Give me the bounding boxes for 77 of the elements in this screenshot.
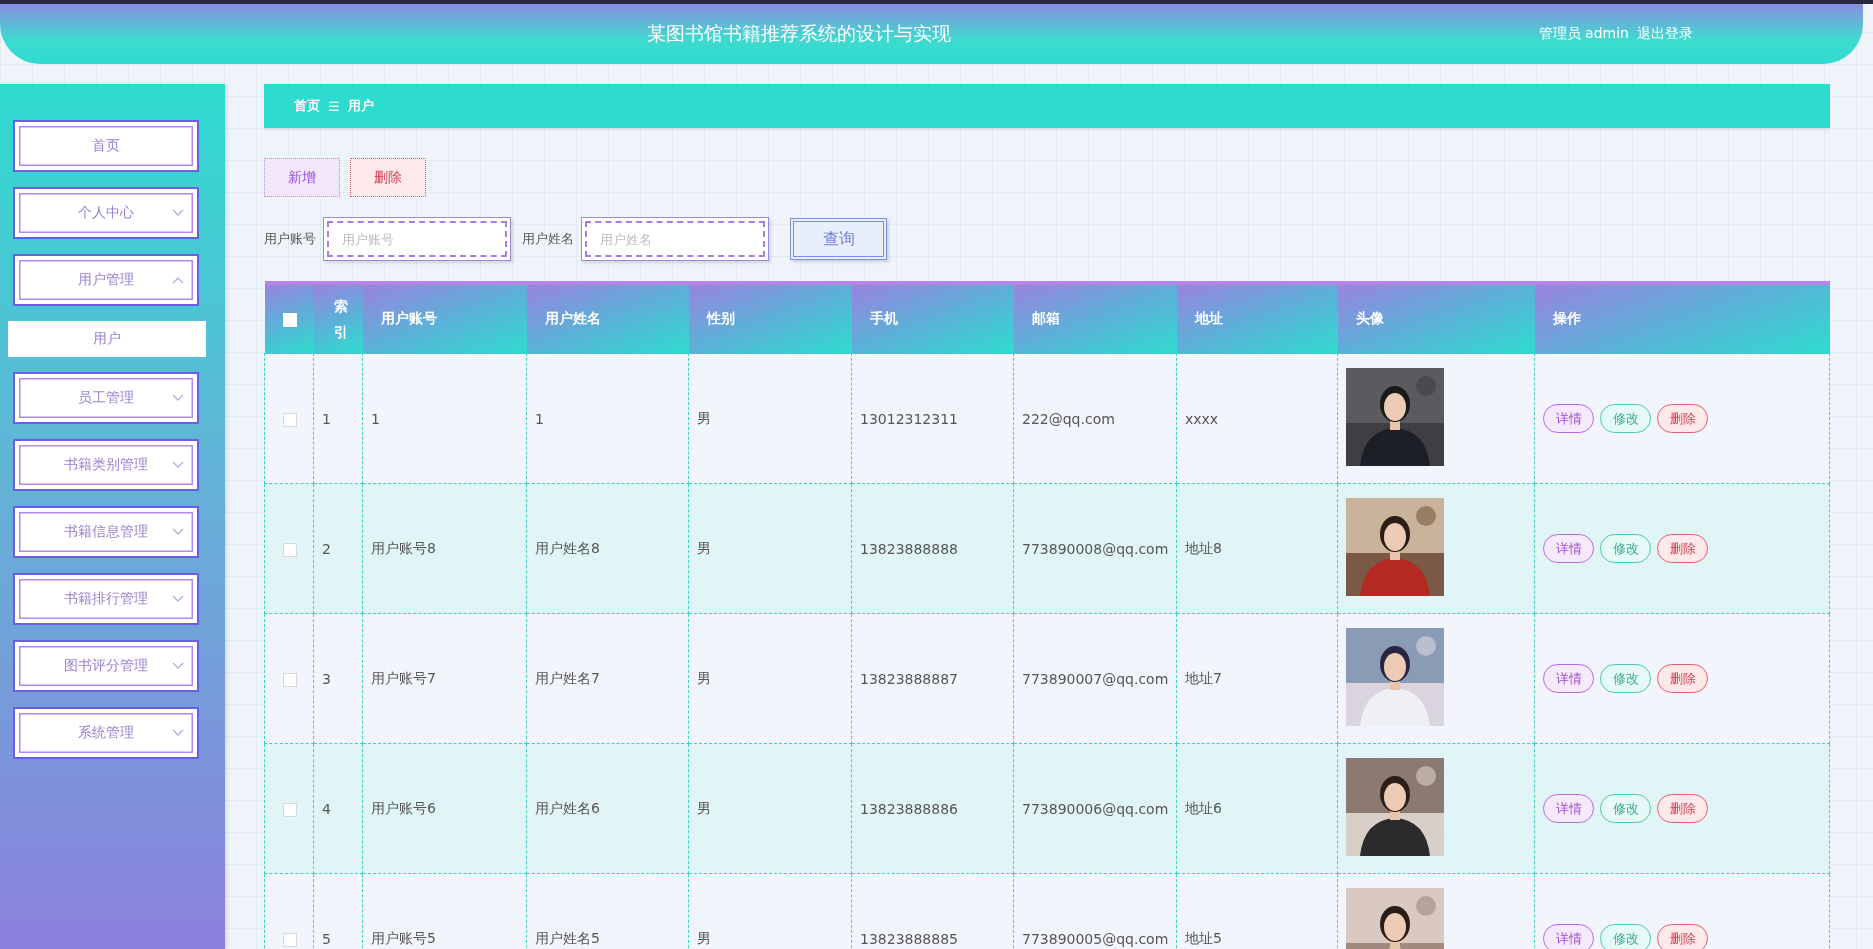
table-cell: 773890007@qq.com bbox=[1022, 670, 1169, 687]
table-cell: 13823888887 bbox=[860, 670, 958, 687]
table-cell: 用户账号6 bbox=[371, 799, 436, 816]
column-header: 邮箱 bbox=[1031, 310, 1060, 326]
table-cell: 13012312311 bbox=[860, 410, 958, 427]
search-field[interactable]: 用户姓名 bbox=[581, 217, 769, 261]
detail-button[interactable]: 详情 bbox=[1543, 924, 1594, 949]
column-header: 性别 bbox=[706, 310, 735, 326]
field-label: 用户账号 bbox=[264, 230, 316, 248]
search-button[interactable]: 查询 bbox=[790, 218, 887, 260]
logout-link[interactable]: 退出登录 bbox=[1637, 25, 1693, 43]
table-cell: 13823888886 bbox=[860, 800, 958, 817]
table-cell: 用户姓名6 bbox=[535, 799, 600, 816]
edit-button[interactable]: 修改 bbox=[1600, 404, 1651, 433]
add-button[interactable]: 新增 bbox=[264, 158, 340, 197]
column-header: 索引 bbox=[333, 298, 348, 340]
table-cell: 男 bbox=[697, 539, 711, 556]
field-label: 用户姓名 bbox=[522, 230, 574, 248]
edit-button[interactable]: 修改 bbox=[1600, 794, 1651, 823]
row-checkbox[interactable] bbox=[283, 672, 297, 687]
table-cell: 773890005@qq.com bbox=[1022, 930, 1169, 947]
column-header: 头像 bbox=[1355, 310, 1384, 326]
row-checkbox[interactable] bbox=[283, 802, 297, 817]
table-cell: 222@qq.com bbox=[1022, 410, 1115, 427]
table-cell: 13823888888 bbox=[860, 540, 958, 557]
table-cell: 1 bbox=[371, 410, 380, 427]
column-header: 用户姓名 bbox=[544, 310, 601, 326]
edit-button[interactable]: 修改 bbox=[1600, 924, 1651, 949]
detail-button[interactable]: 详情 bbox=[1543, 664, 1594, 693]
detail-button[interactable]: 详情 bbox=[1543, 534, 1594, 563]
table-cell: 地址5 bbox=[1185, 929, 1222, 946]
row-checkbox[interactable] bbox=[283, 412, 297, 427]
detail-button[interactable]: 详情 bbox=[1543, 404, 1594, 433]
app-title: 某图书馆书籍推荐系统的设计与实现 bbox=[646, 21, 953, 46]
table-cell: 773890008@qq.com bbox=[1022, 540, 1169, 557]
select-all-checkbox[interactable] bbox=[282, 313, 297, 327]
table-cell: 男 bbox=[697, 799, 711, 816]
table-cell: 13823888885 bbox=[860, 930, 958, 947]
admin-label: 管理员 admin bbox=[1538, 25, 1629, 43]
row-checkbox[interactable] bbox=[283, 542, 297, 557]
table-cell: 用户账号7 bbox=[371, 669, 436, 686]
table-cell: 地址7 bbox=[1185, 669, 1222, 686]
table-cell: 1 bbox=[322, 410, 331, 427]
column-header: 手机 bbox=[869, 310, 898, 326]
delete-button[interactable]: 删除 bbox=[1657, 534, 1708, 563]
table-cell: 用户账号5 bbox=[371, 929, 436, 946]
delete-button[interactable]: 删除 bbox=[1657, 664, 1708, 693]
table-cell: 男 bbox=[697, 929, 711, 946]
column-header: 操作 bbox=[1552, 310, 1581, 326]
table-cell: 用户账号8 bbox=[371, 539, 436, 556]
detail-button[interactable]: 详情 bbox=[1543, 794, 1594, 823]
table-cell: 用户姓名5 bbox=[535, 929, 600, 946]
table-cell: 男 bbox=[697, 669, 711, 686]
column-header: 地址 bbox=[1194, 310, 1223, 326]
separator-icon: ☰ bbox=[328, 98, 340, 114]
edit-button[interactable]: 修改 bbox=[1600, 534, 1651, 563]
table-cell: 5 bbox=[322, 930, 331, 947]
edit-button[interactable]: 修改 bbox=[1600, 664, 1651, 693]
table-cell: 4 bbox=[322, 800, 331, 817]
column-header: 用户账号 bbox=[380, 310, 437, 326]
table-cell: 用户姓名7 bbox=[535, 669, 600, 686]
table-cell: 773890006@qq.com bbox=[1022, 800, 1169, 817]
search-field[interactable]: 用户账号 bbox=[323, 217, 511, 261]
table-cell: 男 bbox=[697, 409, 711, 426]
table-cell: 用户姓名8 bbox=[535, 539, 600, 556]
delete-button[interactable]: 删除 bbox=[350, 158, 426, 197]
delete-button[interactable]: 删除 bbox=[1657, 404, 1708, 433]
table-cell: xxxx bbox=[1185, 410, 1219, 427]
table-cell: 地址8 bbox=[1185, 539, 1222, 556]
row-checkbox[interactable] bbox=[283, 932, 297, 947]
delete-button[interactable]: 删除 bbox=[1657, 924, 1708, 949]
table-cell: 3 bbox=[322, 670, 331, 687]
submenu-item[interactable]: 用户 bbox=[8, 321, 206, 357]
delete-button[interactable]: 删除 bbox=[1657, 794, 1708, 823]
table-cell: 1 bbox=[535, 410, 544, 427]
table-cell: 2 bbox=[322, 540, 331, 557]
table-cell: 地址6 bbox=[1185, 799, 1222, 816]
